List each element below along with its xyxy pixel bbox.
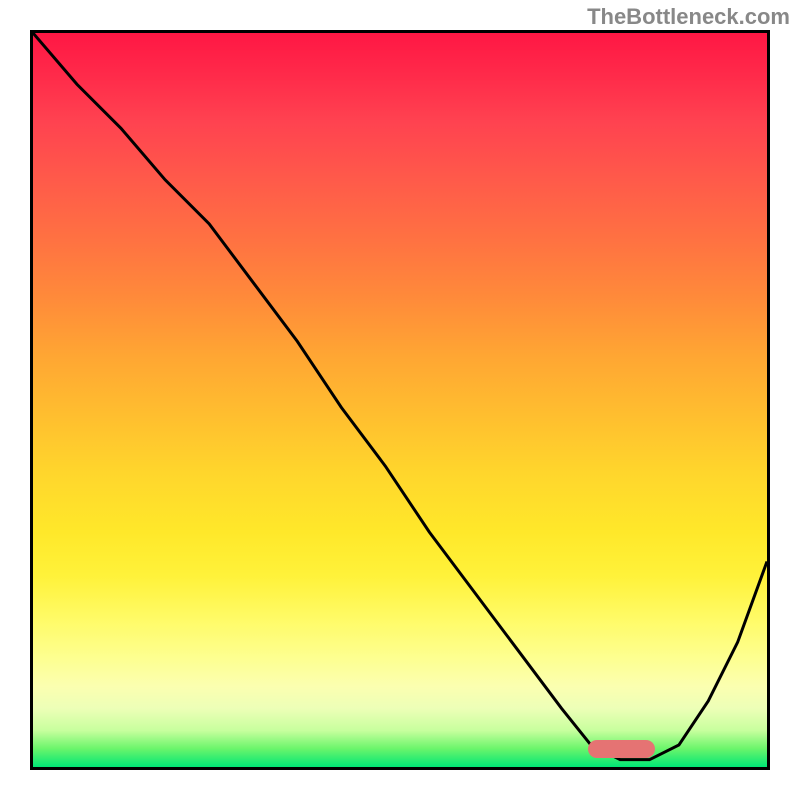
curve-svg [33, 33, 767, 767]
optimal-range-marker [588, 740, 655, 759]
plot-area [30, 30, 770, 770]
bottleneck-curve [33, 33, 767, 760]
watermark-text: TheBottleneck.com [587, 4, 790, 30]
chart-stage: TheBottleneck.com [0, 0, 800, 800]
